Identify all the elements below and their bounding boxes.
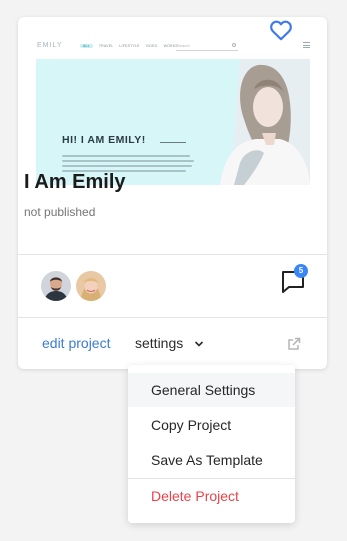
preview-menu-item: LIFESTYLE [119,44,140,48]
preview-search-icon [232,43,236,47]
chevron-down-icon [194,341,204,347]
comment-count-badge: 5 [294,264,308,278]
preview-menu-item: TRAVEL [98,44,114,48]
avatar[interactable] [41,271,71,301]
menu-item-general-settings[interactable]: General Settings [128,373,295,407]
preview-search: Search [176,42,238,51]
heart-icon[interactable] [268,17,294,43]
preview-search-placeholder: Search [177,43,190,48]
divider [18,317,327,318]
menu-item-save-as-template[interactable]: Save As Template [128,443,295,477]
project-thumbnail[interactable]: EMILY ALL TRAVEL LIFESTYLE VIDEO WORKS S… [36,33,310,185]
divider [18,254,327,255]
menu-item-delete-project[interactable]: Delete Project [128,479,295,513]
preview-menu: ALL TRAVEL LIFESTYLE VIDEO WORKS [80,44,178,48]
external-link-icon[interactable] [286,336,302,352]
preview-divider [160,142,186,143]
preview-photo [200,59,310,185]
publish-status: not published [24,205,96,219]
menu-item-copy-project[interactable]: Copy Project [128,408,295,442]
avatar[interactable] [76,271,106,301]
avatar-image [41,271,71,301]
preview-heading: HI! I AM EMILY! [62,134,146,146]
preview-menu-item: ALL [80,44,93,48]
preview-menu-icon [303,42,310,48]
settings-dropdown-menu: General Settings Copy Project Save As Te… [128,365,295,523]
avatar-image [76,271,106,301]
preview-menu-item: VIDEO [145,44,158,48]
preview-logo: EMILY [37,42,63,49]
preview-hero: HI! I AM EMILY! [36,59,310,185]
settings-dropdown-button[interactable]: settings [135,335,183,351]
project-title: I Am Emily [24,171,126,193]
edit-project-link[interactable]: edit project [42,335,110,351]
